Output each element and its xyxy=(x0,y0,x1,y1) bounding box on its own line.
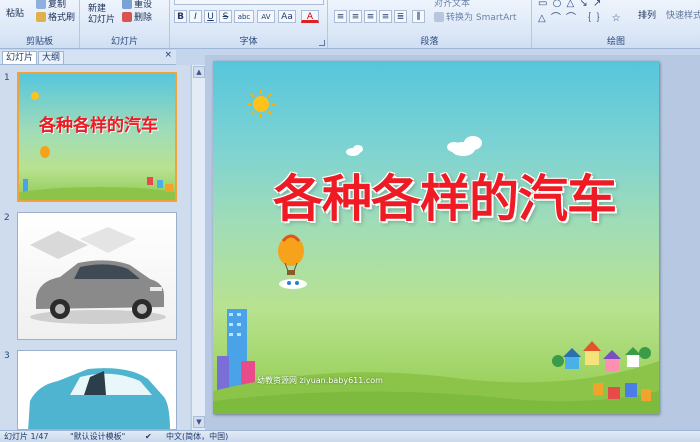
font-group-label: 字体 xyxy=(239,37,258,47)
tab-slides[interactable]: 幻灯片 xyxy=(2,51,38,64)
thumbnail-scrollbar[interactable]: ▲ ▼ xyxy=(191,65,206,430)
clipboard-group: 粘贴 复制 格式刷 剪贴板 xyxy=(0,0,80,48)
delete-button[interactable]: 删除 xyxy=(122,10,152,23)
hot-air-balloon-icon xyxy=(278,234,304,275)
font-group: B I U S abc AV Aa A 字体 xyxy=(170,0,328,48)
main-slide[interactable]: 各种各样的汽车 幼教资源网 ziyuan.baby611.com xyxy=(213,61,659,414)
char-spacing-button[interactable]: AV xyxy=(257,10,275,23)
slide-number: 2 xyxy=(4,213,10,223)
convert-smartart-label: 转换为 SmartArt xyxy=(446,13,517,23)
drawing-group-label: 绘图 xyxy=(606,37,625,47)
convert-smartart-button[interactable]: 转换为 SmartArt xyxy=(434,10,516,23)
align-center-button[interactable]: ≡ xyxy=(349,10,362,23)
slide-footer-text: 幼教资源网 ziyuan.baby611.com xyxy=(257,376,383,385)
status-bar: 幻灯片 1/47 "默认设计模板" ✔ 中文(简体，中国) xyxy=(0,430,700,442)
scroll-up-icon[interactable]: ▲ xyxy=(193,66,205,78)
slide-number: 1 xyxy=(4,73,10,83)
italic-button[interactable]: I xyxy=(189,10,202,23)
slide-thumbnail-3[interactable] xyxy=(17,350,177,430)
slide-position: 幻灯片 1/47 xyxy=(4,432,49,441)
quick-styles-button[interactable]: 快速样式 xyxy=(666,8,700,21)
font-name-combo[interactable] xyxy=(174,0,324,5)
copy-label: 复制 xyxy=(48,0,67,10)
columns-button[interactable]: ⫼ xyxy=(412,10,425,23)
copy-button[interactable]: 复制 xyxy=(36,0,66,10)
slide-number: 3 xyxy=(4,351,10,361)
arrange-button[interactable]: 排列 xyxy=(638,8,656,21)
close-pane-icon[interactable]: × xyxy=(164,50,172,60)
slides-group: 新建 幻灯片 重设 删除 幻灯片 xyxy=(80,0,170,48)
sun-icon xyxy=(247,90,275,118)
slide-thumbnail-2[interactable] xyxy=(17,212,177,340)
cloud-icon xyxy=(447,136,482,156)
slide-thumbnail-1[interactable]: 各种各样的汽车 xyxy=(17,72,177,202)
reset-button[interactable]: 重设 xyxy=(122,0,152,10)
slides-group-label: 幻灯片 xyxy=(110,37,138,47)
dialog-launcher-icon[interactable] xyxy=(319,40,325,46)
change-case-button[interactable]: Aa xyxy=(278,10,296,23)
car-image xyxy=(30,227,166,324)
justify-button[interactable]: ≡ xyxy=(379,10,392,23)
shadow-button[interactable]: abc xyxy=(234,10,254,23)
language-indicator[interactable]: 中文(简体，中国) xyxy=(166,431,228,442)
format-painter-label: 格式刷 xyxy=(48,13,76,23)
reset-icon xyxy=(122,0,132,9)
reset-label: 重设 xyxy=(134,0,153,10)
spellcheck-icon[interactable]: ✔ xyxy=(145,431,152,442)
paste-button[interactable]: 粘贴 xyxy=(6,6,24,19)
drawing-group: ▭ ○ △ ↘ ↗ △ ⌒ ⌒ ｛ ｝ ☆ 排列 快速样式 绘图 xyxy=(532,0,700,48)
align-left-button[interactable]: ≡ xyxy=(334,10,347,23)
clipboard-group-label: 剪贴板 xyxy=(25,37,53,47)
slide-canvas: 各种各样的汽车 幼教资源网 ziyuan.baby611.com xyxy=(205,55,700,430)
underline-button[interactable]: U xyxy=(204,10,217,23)
paste-label: 粘贴 xyxy=(6,9,25,19)
paragraph-group: ≡ ≡ ≡ ≡ ≣ ⫼ 对齐文本 转换为 SmartArt 段落 xyxy=(328,0,532,48)
align-text-label: 对齐文本 xyxy=(434,0,471,9)
delete-label: 删除 xyxy=(134,13,153,23)
slide-title[interactable]: 各种各样的汽车 xyxy=(273,159,617,231)
outline-tabs: 幻灯片 大纲 × xyxy=(0,50,176,65)
font-color-button[interactable]: A xyxy=(301,10,319,23)
smartart-icon xyxy=(434,11,444,22)
strikethrough-button[interactable]: S xyxy=(219,10,232,23)
copy-icon xyxy=(36,0,46,9)
ribbon: 粘贴 复制 格式刷 剪贴板 新建 幻灯片 重设 删除 幻灯片 B I U S a… xyxy=(0,0,700,49)
thumbnail-scene xyxy=(19,92,175,200)
delete-icon xyxy=(122,11,132,22)
align-right-button[interactable]: ≡ xyxy=(364,10,377,23)
cloud-icon xyxy=(346,145,363,156)
tab-outline[interactable]: 大纲 xyxy=(38,51,65,64)
new-slide-button[interactable]: 新建 幻灯片 xyxy=(88,4,115,26)
align-text-button[interactable]: 对齐文本 xyxy=(434,0,470,9)
slide-thumbnail-panel: 1 各种各样的汽车 2 3 xyxy=(0,65,190,430)
slide-background-scene xyxy=(213,90,659,414)
flying-eyes-icon xyxy=(279,279,307,289)
shapes-gallery[interactable]: ▭ ○ △ ↘ ↗ △ ⌒ ⌒ ｛ ｝ ☆ xyxy=(538,0,622,24)
building-icon xyxy=(217,309,255,391)
format-painter-button[interactable]: 格式刷 xyxy=(36,10,75,23)
bold-button[interactable]: B xyxy=(174,10,187,23)
theme-name: "默认设计模板" xyxy=(70,432,126,441)
car-image xyxy=(28,368,170,429)
distribute-button[interactable]: ≣ xyxy=(394,10,407,23)
paragraph-group-label: 段落 xyxy=(420,37,439,47)
format-painter-icon xyxy=(36,11,46,22)
scroll-down-icon[interactable]: ▼ xyxy=(193,416,205,428)
